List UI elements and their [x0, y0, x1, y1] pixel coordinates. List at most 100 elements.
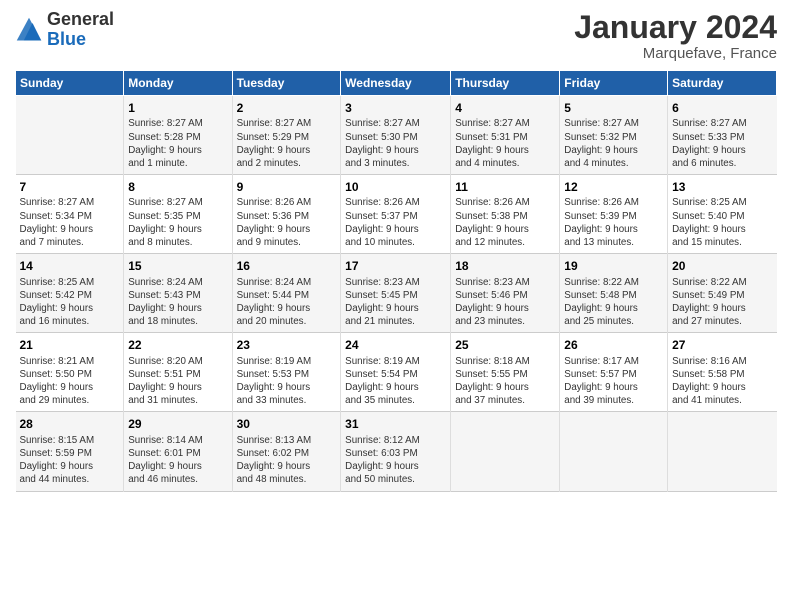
col-wednesday: Wednesday [341, 71, 451, 96]
day-number: 29 [128, 416, 227, 432]
calendar-cell: 17 Sunrise: 8:23 AM Sunset: 5:45 PM Dayli… [341, 254, 451, 333]
day-number: 22 [128, 337, 227, 353]
cell-info: Sunrise: 8:27 AM Sunset: 5:29 PM Dayligh… [237, 117, 337, 170]
cell-info: Sunrise: 8:16 AM Sunset: 5:58 PM Dayligh… [672, 355, 772, 408]
calendar-cell [16, 96, 124, 175]
day-number: 20 [672, 258, 772, 274]
cell-info: Sunrise: 8:19 AM Sunset: 5:53 PM Dayligh… [237, 355, 337, 408]
logo: General Blue [15, 10, 114, 50]
cell-info: Sunrise: 8:27 AM Sunset: 5:35 PM Dayligh… [128, 196, 227, 249]
cell-info: Sunrise: 8:24 AM Sunset: 5:43 PM Dayligh… [128, 276, 227, 329]
calendar-cell [451, 412, 560, 491]
cell-info: Sunrise: 8:23 AM Sunset: 5:45 PM Dayligh… [345, 276, 446, 329]
day-number: 21 [20, 337, 120, 353]
calendar-cell [560, 412, 668, 491]
cell-info: Sunrise: 8:19 AM Sunset: 5:54 PM Dayligh… [345, 355, 446, 408]
cell-info: Sunrise: 8:13 AM Sunset: 6:02 PM Dayligh… [237, 434, 337, 487]
calendar-cell: 9Sunrise: 8:26 AM Sunset: 5:36 PM Daylig… [232, 175, 341, 254]
calendar-cell: 30 Sunrise: 8:13 AM Sunset: 6:02 PM Dayli… [232, 412, 341, 491]
calendar-cell: 22Sunrise: 8:20 AM Sunset: 5:51 PM Dayli… [124, 333, 232, 412]
day-number: 2 [237, 100, 337, 116]
calendar-cell: 6Sunrise: 8:27 AM Sunset: 5:33 PM Daylig… [668, 96, 777, 175]
calendar-cell: 7Sunrise: 8:27 AM Sunset: 5:34 PM Daylig… [16, 175, 124, 254]
day-number: 25 [455, 337, 555, 353]
cell-info: Sunrise: 8:27 AM Sunset: 5:30 PM Dayligh… [345, 117, 446, 170]
day-number: 14 [20, 258, 120, 274]
logo-text: General Blue [47, 10, 114, 50]
day-number: 9 [237, 179, 337, 195]
calendar-cell: 18 Sunrise: 8:23 AM Sunset: 5:46 PM Dayli… [451, 254, 560, 333]
calendar-cell: 27Sunrise: 8:16 AM Sunset: 5:58 PM Dayli… [668, 333, 777, 412]
calendar-cell: 5Sunrise: 8:27 AM Sunset: 5:32 PM Daylig… [560, 96, 668, 175]
cell-info: Sunrise: 8:26 AM Sunset: 5:37 PM Dayligh… [345, 196, 446, 249]
calendar-cell: 26 Sunrise: 8:17 AM Sunset: 5:57 PM Dayli… [560, 333, 668, 412]
cell-info: Sunrise: 8:17 AM Sunset: 5:57 PM Dayligh… [564, 355, 663, 408]
calendar-cell: 3Sunrise: 8:27 AM Sunset: 5:30 PM Daylig… [341, 96, 451, 175]
calendar-cell: 11Sunrise: 8:26 AM Sunset: 5:38 PM Dayli… [451, 175, 560, 254]
day-number: 4 [455, 100, 555, 116]
calendar-cell [668, 412, 777, 491]
day-number: 6 [672, 100, 772, 116]
day-number: 1 [128, 100, 227, 116]
calendar-cell: 1Sunrise: 8:27 AM Sunset: 5:28 PM Daylig… [124, 96, 232, 175]
col-tuesday: Tuesday [232, 71, 341, 96]
header: General Blue January 2024 Marquefave, Fr… [15, 10, 777, 62]
day-number: 31 [345, 416, 446, 432]
calendar-body: 1Sunrise: 8:27 AM Sunset: 5:28 PM Daylig… [16, 96, 777, 491]
calendar-week-row: 21 Sunrise: 8:21 AM Sunset: 5:50 PM Dayli… [16, 333, 777, 412]
day-number: 24 [345, 337, 446, 353]
day-number: 7 [20, 179, 120, 195]
day-number: 28 [20, 416, 120, 432]
day-number: 19 [564, 258, 663, 274]
calendar-cell: 29Sunrise: 8:14 AM Sunset: 6:01 PM Dayli… [124, 412, 232, 491]
header-row: Sunday Monday Tuesday Wednesday Thursday… [16, 71, 777, 96]
cell-info: Sunrise: 8:26 AM Sunset: 5:38 PM Dayligh… [455, 196, 555, 249]
day-number: 13 [672, 179, 772, 195]
calendar-cell: 2Sunrise: 8:27 AM Sunset: 5:29 PM Daylig… [232, 96, 341, 175]
cell-info: Sunrise: 8:21 AM Sunset: 5:50 PM Dayligh… [20, 355, 120, 408]
calendar-cell: 15Sunrise: 8:24 AM Sunset: 5:43 PM Dayli… [124, 254, 232, 333]
calendar-week-row: 28 Sunrise: 8:15 AM Sunset: 5:59 PM Dayli… [16, 412, 777, 491]
calendar-cell: 13Sunrise: 8:25 AM Sunset: 5:40 PM Dayli… [668, 175, 777, 254]
logo-icon [15, 16, 43, 44]
day-number: 8 [128, 179, 227, 195]
cell-info: Sunrise: 8:27 AM Sunset: 5:32 PM Dayligh… [564, 117, 663, 170]
cell-info: Sunrise: 8:15 AM Sunset: 5:59 PM Dayligh… [20, 434, 120, 487]
cell-info: Sunrise: 8:18 AM Sunset: 5:55 PM Dayligh… [455, 355, 555, 408]
col-thursday: Thursday [451, 71, 560, 96]
day-number: 26 [564, 337, 663, 353]
calendar-cell: 12Sunrise: 8:26 AM Sunset: 5:39 PM Dayli… [560, 175, 668, 254]
day-number: 17 [345, 258, 446, 274]
day-number: 23 [237, 337, 337, 353]
calendar-cell: 16Sunrise: 8:24 AM Sunset: 5:44 PM Dayli… [232, 254, 341, 333]
title-block: January 2024 Marquefave, France [574, 10, 777, 62]
cell-info: Sunrise: 8:23 AM Sunset: 5:46 PM Dayligh… [455, 276, 555, 329]
cell-info: Sunrise: 8:25 AM Sunset: 5:40 PM Dayligh… [672, 196, 772, 249]
cell-info: Sunrise: 8:26 AM Sunset: 5:36 PM Dayligh… [237, 196, 337, 249]
calendar-cell: 4Sunrise: 8:27 AM Sunset: 5:31 PM Daylig… [451, 96, 560, 175]
calendar-week-row: 14Sunrise: 8:25 AM Sunset: 5:42 PM Dayli… [16, 254, 777, 333]
calendar-cell: 21 Sunrise: 8:21 AM Sunset: 5:50 PM Dayli… [16, 333, 124, 412]
calendar-cell: 25 Sunrise: 8:18 AM Sunset: 5:55 PM Dayli… [451, 333, 560, 412]
cell-info: Sunrise: 8:27 AM Sunset: 5:28 PM Dayligh… [128, 117, 227, 170]
page: General Blue January 2024 Marquefave, Fr… [0, 0, 792, 612]
calendar-week-row: 7Sunrise: 8:27 AM Sunset: 5:34 PM Daylig… [16, 175, 777, 254]
day-number: 10 [345, 179, 446, 195]
month-title: January 2024 [574, 10, 777, 45]
logo-blue: Blue [47, 29, 86, 49]
day-number: 18 [455, 258, 555, 274]
calendar-cell: 23 Sunrise: 8:19 AM Sunset: 5:53 PM Dayli… [232, 333, 341, 412]
calendar-cell: 19 Sunrise: 8:22 AM Sunset: 5:48 PM Dayli… [560, 254, 668, 333]
day-number: 3 [345, 100, 446, 116]
day-number: 30 [237, 416, 337, 432]
col-saturday: Saturday [668, 71, 777, 96]
day-number: 5 [564, 100, 663, 116]
day-number: 16 [237, 258, 337, 274]
cell-info: Sunrise: 8:27 AM Sunset: 5:33 PM Dayligh… [672, 117, 772, 170]
day-number: 12 [564, 179, 663, 195]
calendar-cell: 14Sunrise: 8:25 AM Sunset: 5:42 PM Dayli… [16, 254, 124, 333]
calendar-cell: 24 Sunrise: 8:19 AM Sunset: 5:54 PM Dayli… [341, 333, 451, 412]
calendar-header: Sunday Monday Tuesday Wednesday Thursday… [16, 71, 777, 96]
cell-info: Sunrise: 8:22 AM Sunset: 5:48 PM Dayligh… [564, 276, 663, 329]
day-number: 11 [455, 179, 555, 195]
